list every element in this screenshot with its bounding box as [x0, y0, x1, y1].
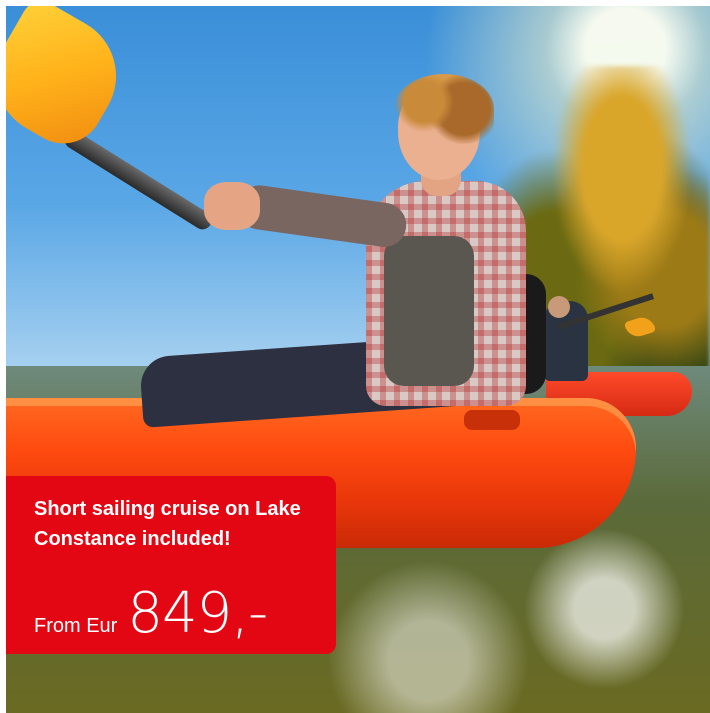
- promo-card[interactable]: Short sailing cruise on Lake Constance i…: [6, 6, 710, 713]
- paddler-shirt: [384, 236, 474, 386]
- kayak-slot: [464, 410, 520, 430]
- price-amount: 849,-: [127, 581, 268, 646]
- price-prefix: From Eur: [34, 615, 118, 637]
- price-row: From Eur 849,-: [34, 581, 268, 646]
- offer-panel[interactable]: Short sailing cruise on Lake Constance i…: [6, 476, 336, 654]
- paddle-shaft: [61, 127, 215, 233]
- paddler-hair: [394, 74, 494, 144]
- paddler-hand: [204, 182, 260, 230]
- paddle-blade: [6, 6, 138, 158]
- second-paddler-head: [548, 296, 570, 318]
- offer-headline: Short sailing cruise on Lake Constance i…: [34, 498, 301, 550]
- paddler-arm: [234, 182, 410, 250]
